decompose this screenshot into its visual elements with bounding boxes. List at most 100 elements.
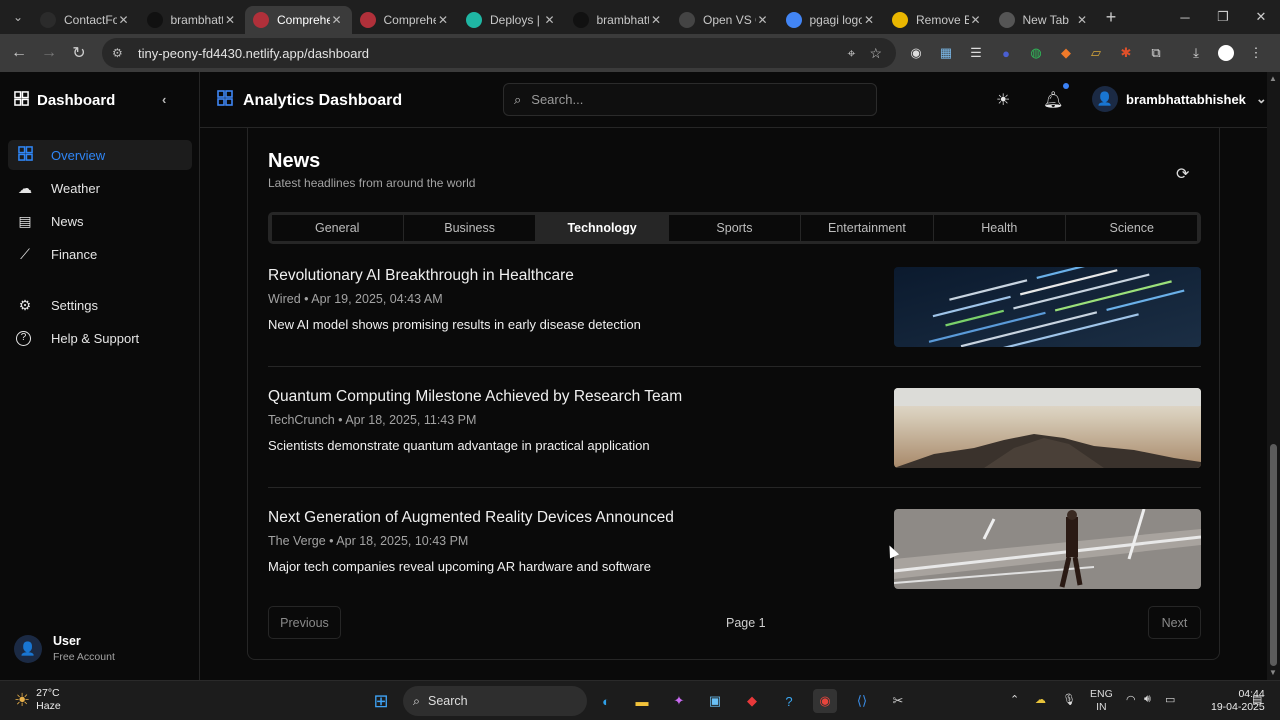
extensions-puzzle-icon[interactable]: ⧉ — [1145, 42, 1167, 64]
anydesk-icon[interactable]: ◆ — [740, 689, 764, 713]
browser-tab[interactable]: Comprehe ✕ — [352, 6, 459, 34]
browser-tab[interactable]: Open VS C✕ — [671, 6, 778, 34]
user-menu[interactable]: 👤 brambhattabhishek ⌄ — [1092, 86, 1267, 112]
tray-overflow-chevron-icon[interactable]: ⌃ — [1010, 693, 1019, 706]
sidebar-user[interactable]: 👤 User Free Account — [14, 634, 115, 663]
code-screen-photo[interactable] — [894, 267, 1201, 347]
new-tab-button[interactable]: + — [1097, 7, 1125, 28]
tab-business[interactable]: Business — [403, 215, 536, 241]
windows-start-icon[interactable]: ⊞ — [369, 689, 393, 713]
extension-owl-icon[interactable]: ◉ — [905, 42, 927, 64]
browser-tab[interactable]: brambhatt ✕ — [139, 6, 246, 34]
sidebar-item-settings[interactable]: ⚙ Settings — [8, 290, 192, 320]
article-title[interactable]: Next Generation of Augmented Reality Dev… — [268, 509, 674, 527]
tab-science[interactable]: Science — [1066, 215, 1198, 241]
close-tab-icon[interactable]: ✕ — [330, 13, 344, 27]
url-bar[interactable]: ⚙ tiny-peony-fd4430.netlify.app/dashboar… — [102, 38, 896, 68]
extension-green-icon[interactable]: ◍ — [1025, 42, 1047, 64]
rocky-beach-photo[interactable] — [894, 388, 1201, 468]
notifications-bell-icon[interactable]: 🔔︎ — [1043, 90, 1063, 110]
sidebar-item-weather[interactable]: ☁ Weather — [8, 173, 192, 203]
browser-tab[interactable]: Remove B ✕ — [884, 6, 991, 34]
tab-sports[interactable]: Sports — [668, 215, 801, 241]
theme-toggle-sun-icon[interactable]: ☀ — [996, 90, 1010, 110]
browser-tab-title: Comprehe — [383, 13, 437, 27]
browser-menu-icon[interactable]: ⋮ — [1245, 42, 1267, 64]
collapse-sidebar-icon[interactable]: ‹ — [162, 92, 166, 107]
browser-tab[interactable]: ContactFo ✕ — [32, 6, 139, 34]
article-item[interactable]: Quantum Computing Milestone Achieved by … — [268, 388, 1201, 468]
copilot-icon[interactable]: ✦ — [667, 689, 691, 713]
close-tab-icon[interactable]: ✕ — [756, 13, 770, 27]
wifi-icon[interactable]: ◠ — [1126, 693, 1136, 706]
article-title[interactable]: Revolutionary AI Breakthrough in Healthc… — [268, 267, 574, 285]
profile-avatar-icon[interactable] — [1215, 42, 1237, 64]
extension-list-icon[interactable]: ☰ — [965, 42, 987, 64]
browser-tab[interactable]: brambhatt ✕ — [565, 6, 672, 34]
browser-tab[interactable]: New Tab ✕ — [991, 6, 1098, 34]
back-button[interactable]: ← — [4, 44, 34, 62]
man-walking-road-photo[interactable] — [894, 509, 1201, 589]
tray-onedrive-icon[interactable]: ☁ — [1035, 693, 1046, 706]
browser-tab[interactable]: Deploys | t ✕ — [458, 6, 565, 34]
tab-technology[interactable]: Technology — [536, 215, 668, 241]
refresh-icon[interactable]: ⟳ — [1176, 164, 1189, 184]
volume-icon[interactable]: 🔊︎ — [1144, 693, 1151, 706]
sidebar-item-finance[interactable]: ⟋ Finance — [8, 239, 192, 269]
close-tab-icon[interactable]: ✕ — [223, 13, 237, 27]
previous-page-button[interactable]: Previous — [268, 606, 341, 639]
minimize-button[interactable]: ─ — [1166, 0, 1204, 34]
tab-entertainment[interactable]: Entertainment — [801, 215, 933, 241]
article-item[interactable]: Next Generation of Augmented Reality Dev… — [268, 509, 1201, 589]
page-scrollbar[interactable]: ▲ ▼ — [1267, 72, 1280, 680]
close-tab-icon[interactable]: ✕ — [969, 13, 983, 27]
article-item[interactable]: Revolutionary AI Breakthrough in Healthc… — [268, 267, 1201, 347]
extension-orange-icon[interactable]: ◆ — [1055, 42, 1077, 64]
forward-button[interactable]: → — [34, 44, 64, 62]
chrome-taskbar-icon[interactable]: ◉ — [813, 689, 837, 713]
taskbar-search[interactable]: ⌕ Search — [403, 686, 587, 716]
extension-red-icon[interactable]: ✱ — [1115, 42, 1137, 64]
sidebar-item-news[interactable]: ▤ News — [8, 206, 192, 236]
reload-button[interactable]: ↻ — [64, 43, 94, 63]
snipping-tool-icon[interactable]: ✂ — [886, 689, 910, 713]
extension-folder-icon[interactable]: ▱ — [1085, 42, 1107, 64]
bookmark-star-icon[interactable]: ☆ — [869, 45, 882, 62]
close-tab-icon[interactable]: ✕ — [117, 13, 131, 27]
weather-widget[interactable]: ☀ 27°C Haze — [14, 687, 61, 713]
tab-general[interactable]: General — [271, 215, 403, 241]
tab-search-button[interactable]: ⌄ — [4, 6, 32, 28]
search-input[interactable] — [531, 92, 852, 107]
scroll-down-arrow-icon[interactable]: ▼ — [1269, 668, 1277, 677]
close-tab-icon[interactable]: ✕ — [1075, 13, 1089, 27]
article-title[interactable]: Quantum Computing Milestone Achieved by … — [268, 388, 682, 406]
notification-center-icon[interactable]: ▤ — [1252, 693, 1262, 706]
scroll-up-arrow-icon[interactable]: ▲ — [1269, 74, 1277, 83]
location-icon[interactable]: ⌖ — [848, 45, 856, 62]
close-tab-icon[interactable]: ✕ — [543, 13, 557, 27]
sidebar-item-help-support[interactable]: ? Help & Support — [8, 323, 192, 353]
close-tab-icon[interactable]: ✕ — [862, 13, 876, 27]
download-icon[interactable]: ⤓ — [1185, 42, 1207, 64]
scrollbar-thumb[interactable] — [1270, 444, 1277, 666]
tab-health[interactable]: Health — [933, 215, 1066, 241]
extension-image-icon[interactable]: ▦ — [935, 42, 957, 64]
maximize-button[interactable]: ❐ — [1204, 0, 1242, 34]
site-info-icon[interactable]: ⚙ — [112, 46, 128, 60]
extension-blue-icon[interactable]: ● — [995, 42, 1017, 64]
microphone-icon[interactable]: 🎙︎ — [1062, 693, 1076, 706]
help-app-icon[interactable]: ? — [777, 689, 801, 713]
sidebar-item-overview[interactable]: Overview — [8, 140, 192, 170]
close-tab-icon[interactable]: ✕ — [436, 13, 450, 27]
browser-tab[interactable]: Comprehe ✕ — [245, 6, 352, 34]
language-indicator[interactable]: ENG IN — [1090, 688, 1113, 714]
next-page-button[interactable]: Next — [1148, 606, 1201, 639]
close-window-button[interactable]: ✕ — [1242, 0, 1280, 34]
browser-tab[interactable]: pgagi logo ✕ — [778, 6, 885, 34]
microsoft-store-icon[interactable]: ▣ — [703, 689, 727, 713]
vscode-icon[interactable]: ⟨⟩ — [850, 689, 874, 713]
edge-browser-icon[interactable]: ◐ — [594, 689, 618, 713]
battery-icon[interactable]: ▭ — [1165, 693, 1175, 706]
file-explorer-icon[interactable]: ▬ — [630, 689, 654, 713]
close-tab-icon[interactable]: ✕ — [649, 13, 663, 27]
